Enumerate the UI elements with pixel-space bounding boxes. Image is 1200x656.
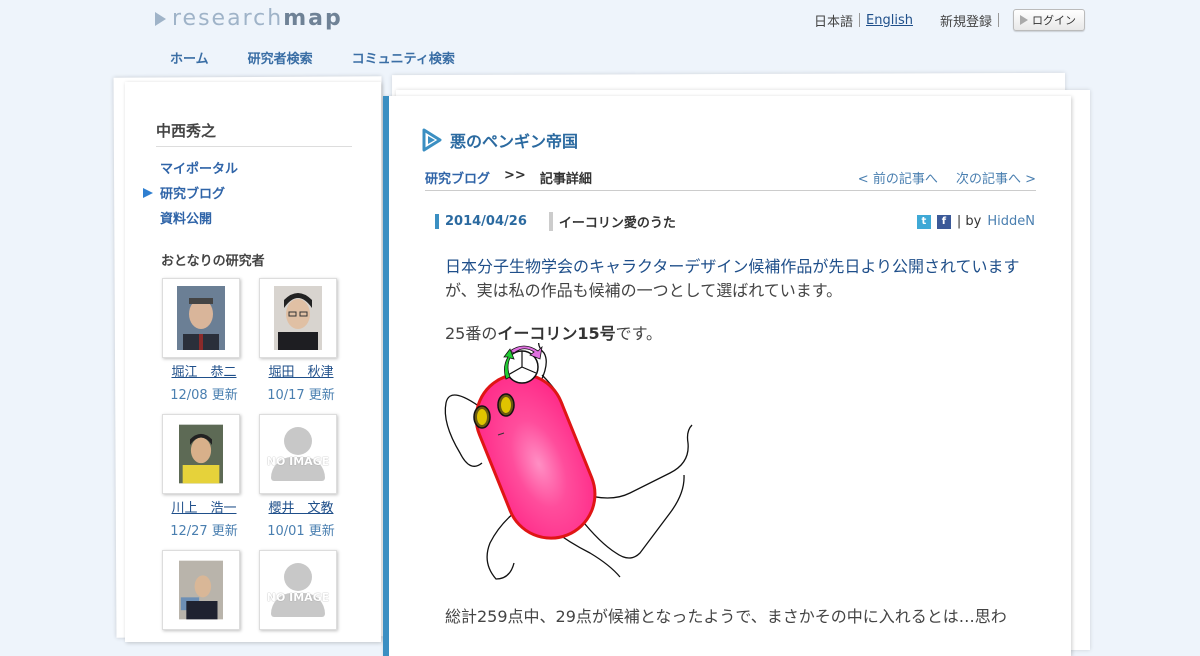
neighbor-name-link[interactable]: 堀江 恭二 (159, 361, 249, 380)
next-article-link[interactable]: 次の記事へ > (956, 172, 1036, 187)
divider (859, 13, 861, 27)
post-date: 2014/04/26 (435, 214, 527, 229)
neighbors-title: おとなりの研究者 (161, 254, 265, 269)
lang-english-link[interactable]: English (866, 13, 913, 28)
neighbor-photo-card[interactable]: NO IMAGE (259, 414, 337, 494)
paragraph-2-a: 25番の (445, 324, 498, 343)
post-meta: 2014/04/26 イーコリン愛のうた t f | by HiddeN (435, 212, 1035, 231)
blog-play-icon (422, 128, 442, 152)
neighbor-photo-card[interactable] (162, 278, 240, 358)
login-label: ログイン (1032, 14, 1076, 27)
neighbor-update-date: 10/17 更新 (267, 388, 335, 403)
by-prefix: | by (956, 214, 982, 229)
side-menu: マイポータル 研究ブログ 資料公開 (142, 155, 238, 230)
nav-community-search[interactable]: コミュニティ検索 (352, 48, 455, 67)
blog-title-text: 悪のペンギン帝国 (450, 132, 579, 151)
menu-research-blog[interactable]: 研究ブログ (142, 180, 238, 205)
nav-researcher-search[interactable]: 研究者検索 (248, 48, 313, 67)
post-title: イーコリン愛のうた (548, 212, 676, 231)
user-name: 中西秀之 (156, 120, 352, 147)
neighbor-name-link[interactable]: 櫻井 文教 (256, 497, 346, 516)
neighbor-name-link[interactable]: 川上 浩一 (159, 497, 249, 516)
no-image-placeholder-icon: NO IMAGE (260, 551, 336, 629)
neighbor-photo-card[interactable]: NO IMAGE (259, 550, 337, 630)
nav-home[interactable]: ホーム (170, 48, 209, 67)
logo-text-bold: map (283, 6, 343, 31)
article-pager: < 前の記事へ 次の記事へ > (858, 168, 1036, 187)
breadcrumb-current: 記事詳細 (539, 172, 592, 187)
paragraph-1-rest: が、実は私の作品も候補の一つとして選ばれています。 (445, 281, 843, 300)
divider (998, 13, 999, 27)
neighbor-photo (274, 286, 322, 350)
neighbor-photo-card[interactable] (162, 550, 240, 630)
logo-text-light: research (172, 6, 284, 31)
paragraph-2-c: です。 (615, 324, 663, 343)
menu-my-portal[interactable]: マイポータル (160, 155, 238, 180)
neighbor-update-date: 12/27 更新 (170, 524, 238, 539)
post-byline: t f | by HiddeN (916, 214, 1035, 229)
panel-accent-stripe (383, 96, 389, 656)
neighbor-photo (179, 424, 223, 484)
neighbor-update-date: 12/08 更新 (170, 388, 238, 403)
lang-japanese[interactable]: 日本語 (814, 11, 853, 30)
neighbor-photo-card[interactable] (259, 278, 337, 358)
breadcrumb: 研究ブログ >> 記事詳細 < 前の記事へ 次の記事へ > (425, 168, 1036, 191)
logo-triangle-icon (155, 11, 166, 26)
announcement-link[interactable]: 日本分子生物学会のキャラクターデザイン候補作品が先日より公開されています (445, 257, 1020, 276)
breadcrumb-blog-link[interactable]: 研究ブログ (425, 168, 490, 187)
menu-material-publish[interactable]: 資料公開 (160, 205, 238, 230)
no-image-label: NO IMAGE (266, 455, 330, 468)
login-arrow-icon (1020, 15, 1028, 25)
neighbor-name-link[interactable]: 堀田 秋津 (256, 361, 346, 380)
blog-title: 悪のペンギン帝国 (422, 128, 578, 152)
facebook-share-icon[interactable]: f (936, 214, 951, 229)
no-image-label: NO IMAGE (266, 591, 330, 604)
no-image-placeholder-icon: NO IMAGE (260, 415, 336, 493)
neighbor-update-date: 10/01 更新 (267, 524, 335, 539)
neighbor-photo (177, 286, 225, 350)
neighbor-photo-card[interactable] (162, 414, 240, 494)
prev-article-link[interactable]: < 前の記事へ (858, 172, 938, 187)
ecoli-character-illustration (444, 343, 693, 580)
login-button[interactable]: ログイン (1013, 9, 1085, 31)
breadcrumb-separator: >> (504, 168, 526, 183)
register-link[interactable]: 新規登録 (940, 11, 992, 30)
neighbor-photo (179, 560, 223, 620)
post-author-link[interactable]: HiddeN (987, 214, 1035, 229)
character-name: イーコリン15号 (497, 324, 616, 343)
top-links: 日本語 English 新規登録 ログイン (814, 9, 1085, 31)
post-paragraph-1: 日本分子生物学会のキャラクターデザイン候補作品が先日より公開されています が、実… (445, 255, 1020, 303)
main-nav: ホーム 研究者検索 コミュニティ検索 (170, 48, 455, 67)
twitter-share-icon[interactable]: t (916, 214, 931, 229)
post-paragraph-3: 総計259点中、29点が候補となったようで、まさかその中に入れるとは…思わ (445, 607, 1007, 626)
researchmap-logo[interactable]: research map (155, 6, 343, 31)
